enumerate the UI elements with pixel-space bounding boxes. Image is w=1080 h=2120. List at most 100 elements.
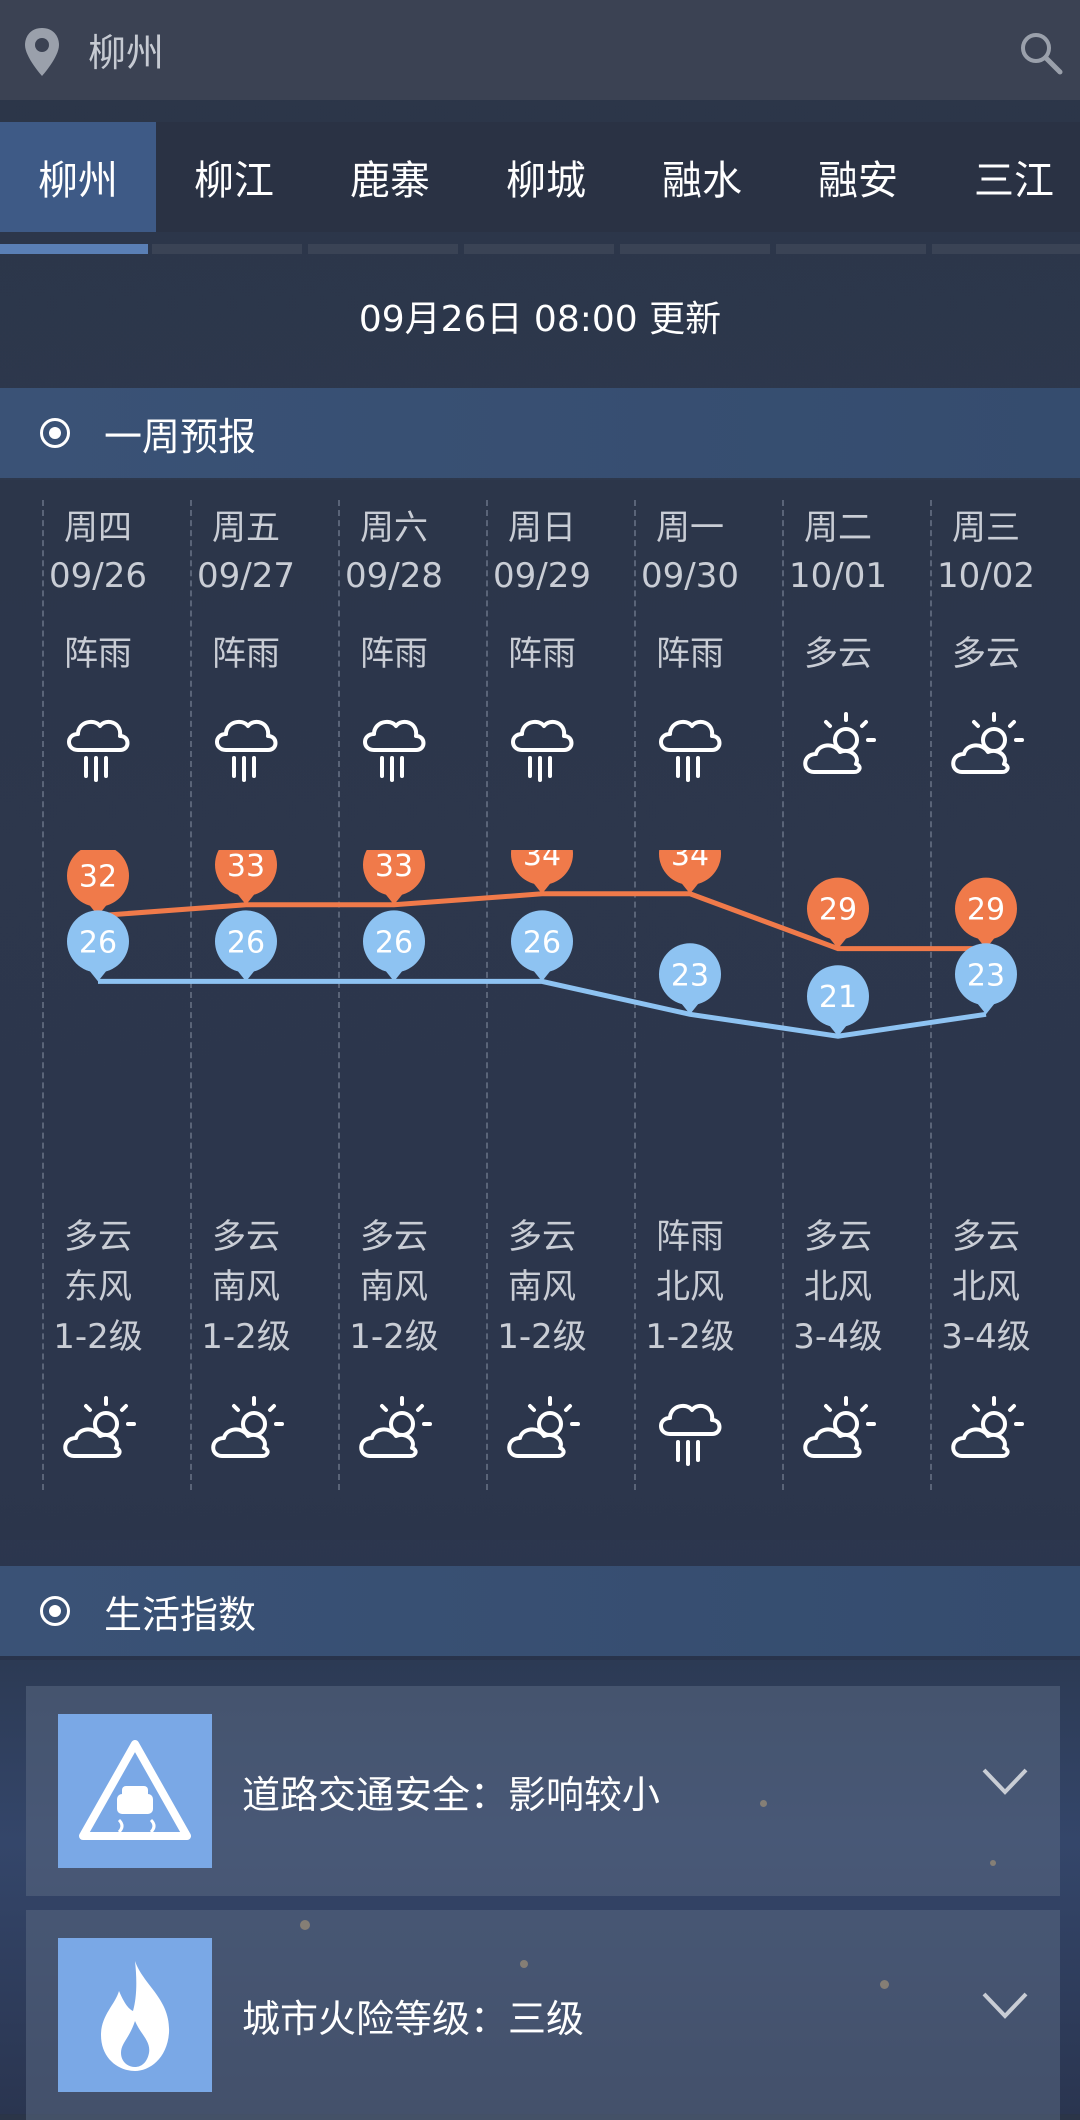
life-index-item-traffic[interactable]: 道路交通安全：影响较小: [26, 1686, 1060, 1896]
tab-liujiang[interactable]: 柳江: [156, 122, 312, 232]
night-forecast: 多云南风 1-2级: [468, 1212, 616, 1362]
date-label: 09/30: [641, 556, 739, 596]
city-tabs: 柳州 柳江 鹿寨 柳城 融水 融安 三江: [0, 122, 1080, 232]
high-temp-label: 33: [375, 850, 413, 884]
life-index-header[interactable]: 生活指数: [0, 1566, 1080, 1656]
tab-rongan[interactable]: 融安: [780, 122, 936, 232]
high-temp-marker: 29: [955, 877, 1017, 949]
fire-icon: [58, 1938, 212, 2092]
tab-luzhai[interactable]: 鹿寨: [312, 122, 468, 232]
high-temp-label: 34: [671, 850, 709, 873]
night-forecast: 多云 东风 1-2级: [24, 1212, 172, 1362]
night-forecast: 多云 北风 3-4级: [764, 1212, 912, 1362]
forecast-day[interactable]: 周二 10/01 多云: [764, 504, 912, 675]
weekday-label: 周二: [804, 508, 872, 548]
wind-level: 1-2级: [201, 1317, 291, 1357]
forecast-day[interactable]: 周日 09/29 阵雨: [468, 504, 616, 675]
chevron-down-icon[interactable]: [980, 1990, 1030, 2020]
radio-icon: [40, 418, 70, 448]
temperature-chart: 32 33 33 34 34 29 29 26 26 26 26 23 21 23: [67, 850, 1017, 1039]
date-label: 09/29: [493, 556, 591, 596]
forecast-day[interactable]: 周六 09/28 阵雨: [320, 504, 468, 675]
rain-icon: [354, 706, 434, 786]
night-condition: 多云: [508, 1217, 576, 1257]
partly-cloudy-icon: [946, 1390, 1026, 1470]
low-temp-label: 26: [79, 925, 117, 960]
low-temp-marker: 26: [511, 910, 573, 982]
day-condition: 阵雨: [360, 634, 428, 674]
low-temp-marker: 26: [67, 910, 129, 982]
night-condition: 阵雨: [656, 1217, 724, 1257]
update-time: 09月26日 08:00 更新: [358, 299, 722, 340]
high-temp-marker: 33: [363, 850, 425, 905]
wind-level: 3-4级: [941, 1317, 1031, 1357]
partly-cloudy-icon: [58, 1390, 138, 1470]
location-search-bar[interactable]: 柳州: [0, 0, 1080, 100]
day-condition: 多云: [804, 634, 872, 674]
wind-direction: 南风: [508, 1267, 576, 1307]
high-temp-label: 29: [819, 893, 857, 928]
current-city: 柳州: [88, 31, 165, 75]
date-label: 10/02: [937, 556, 1035, 596]
date-label: 09/26: [49, 556, 147, 596]
wind-level: 1-2级: [497, 1317, 587, 1357]
life-index-title: 生活指数: [104, 1592, 257, 1637]
location-pin-icon: [25, 28, 59, 76]
high-temp-label: 34: [523, 850, 561, 873]
low-temp-marker: 23: [955, 943, 1017, 1015]
high-temp-marker: 34: [511, 850, 573, 894]
tab-indicator: [308, 244, 458, 254]
partly-cloudy-icon: [798, 1390, 878, 1470]
low-temp-marker: 23: [659, 943, 721, 1015]
day-condition: 阵雨: [64, 634, 132, 674]
forecast-day[interactable]: 周五 09/27 阵雨: [172, 504, 320, 675]
night-forecast: 多云 北风 3-4级: [912, 1212, 1060, 1362]
weekly-forecast-title: 一周预报: [104, 414, 257, 459]
weekday-label: 周五: [212, 508, 280, 548]
traffic-safety-text: 道路交通安全：影响较小: [242, 1772, 661, 1817]
wind-level: 3-4级: [793, 1317, 883, 1357]
rain-icon: [58, 706, 138, 786]
night-condition: 多云: [804, 1217, 872, 1257]
tab-liucheng[interactable]: 柳城: [468, 122, 624, 232]
tab-sanjiang[interactable]: 三江: [936, 122, 1080, 232]
date-label: 10/01: [789, 556, 887, 596]
day-condition: 多云: [952, 634, 1020, 674]
search-icon[interactable]: [1016, 28, 1064, 76]
day-condition: 阵雨: [656, 634, 724, 674]
chevron-down-icon[interactable]: [980, 1766, 1030, 1796]
tab-indicator: [620, 244, 770, 254]
forecast-day[interactable]: 周一 09/30 阵雨: [616, 504, 764, 675]
tab-indicator: [464, 244, 614, 254]
tab-indicator: [776, 244, 926, 254]
low-temp-marker: 21: [807, 965, 869, 1037]
forecast-day[interactable]: 周四 09/26 阵雨: [24, 504, 172, 675]
wind-direction: 北风: [656, 1267, 724, 1307]
weekly-forecast-header[interactable]: 一周预报: [0, 388, 1080, 478]
tab-indicator: [932, 244, 1080, 254]
partly-cloudy-icon: [502, 1390, 582, 1470]
tab-indicator-active: [0, 244, 148, 254]
night-forecast: 阵雨 北风 1-2级: [616, 1212, 764, 1362]
high-temp-label: 29: [967, 893, 1005, 928]
road-warning-icon: [58, 1714, 212, 1868]
night-condition: 多云: [360, 1217, 428, 1257]
low-temp-label: 26: [375, 925, 413, 960]
night-condition: 多云: [212, 1217, 280, 1257]
low-temp-label: 21: [819, 980, 857, 1015]
weekday-label: 周四: [64, 508, 132, 548]
tab-liuzhou[interactable]: 柳州: [0, 122, 156, 232]
partly-cloudy-icon: [206, 1390, 286, 1470]
wind-direction: 东风: [64, 1267, 132, 1307]
low-temp-label: 23: [671, 958, 709, 993]
low-temp-marker: 26: [363, 910, 425, 982]
tab-rongshui[interactable]: 融水: [624, 122, 780, 232]
high-temp-marker: 34: [659, 850, 721, 894]
life-index-item-fire[interactable]: 城市火险等级：三级: [26, 1910, 1060, 2120]
rain-icon: [650, 706, 730, 786]
night-forecast: 多云南风 1-2级: [172, 1212, 320, 1362]
forecast-day[interactable]: 周三 10/02 多云: [912, 504, 1060, 675]
date-label: 09/28: [345, 556, 443, 596]
wind-direction: 南风: [212, 1267, 280, 1307]
partly-cloudy-icon: [354, 1390, 434, 1470]
